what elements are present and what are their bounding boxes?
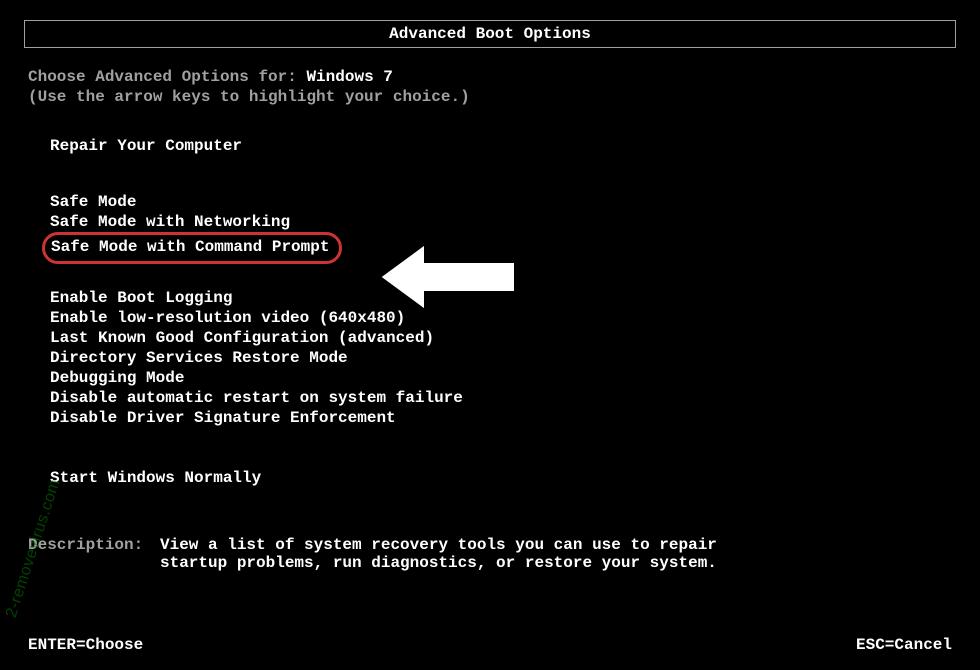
menu-item-safe-mode[interactable]: Safe Mode [50,192,952,212]
menu-item-safe-mode-cmd-label: Safe Mode with Command Prompt [51,238,329,256]
description-label: Description: [28,536,160,554]
screen-title: Advanced Boot Options [389,25,591,43]
menu-item-safe-mode-networking[interactable]: Safe Mode with Networking [50,212,952,232]
hotkey-enter: ENTER=Choose [28,636,143,654]
menu-item-disable-driver-sig[interactable]: Disable Driver Signature Enforcement [50,408,952,428]
arrow-key-instruction: (Use the arrow keys to highlight your ch… [28,88,952,106]
main-content: Choose Advanced Options for: Windows 7 (… [0,48,980,572]
description-text-line1: View a list of system recovery tools you… [160,536,720,554]
menu-item-last-known-good[interactable]: Last Known Good Configuration (advanced) [50,328,952,348]
os-name: Windows 7 [306,68,392,86]
menu-item-disable-auto-restart[interactable]: Disable automatic restart on system fail… [50,388,952,408]
screen-title-bar: Advanced Boot Options [24,20,956,48]
boot-options-menu: Repair Your Computer Safe Mode Safe Mode… [50,136,952,488]
menu-item-repair[interactable]: Repair Your Computer [50,136,952,156]
menu-item-start-normally[interactable]: Start Windows Normally [50,468,952,488]
menu-item-low-res-video[interactable]: Enable low-resolution video (640x480) [50,308,952,328]
menu-item-boot-logging[interactable]: Enable Boot Logging [50,288,952,308]
menu-item-safe-mode-cmd[interactable]: Safe Mode with Command Prompt [50,232,952,264]
choose-prompt-prefix: Choose Advanced Options for: [28,68,306,86]
menu-item-ds-restore[interactable]: Directory Services Restore Mode [50,348,952,368]
hotkey-footer: ENTER=Choose ESC=Cancel [28,636,952,654]
description-text-line2: startup problems, run diagnostics, or re… [160,554,952,572]
choose-prompt-line: Choose Advanced Options for: Windows 7 [28,68,952,86]
description-area: Description:View a list of system recove… [28,536,952,572]
hotkey-esc: ESC=Cancel [856,636,952,654]
callout-highlight-oval: Safe Mode with Command Prompt [42,232,342,264]
menu-item-debugging[interactable]: Debugging Mode [50,368,952,388]
